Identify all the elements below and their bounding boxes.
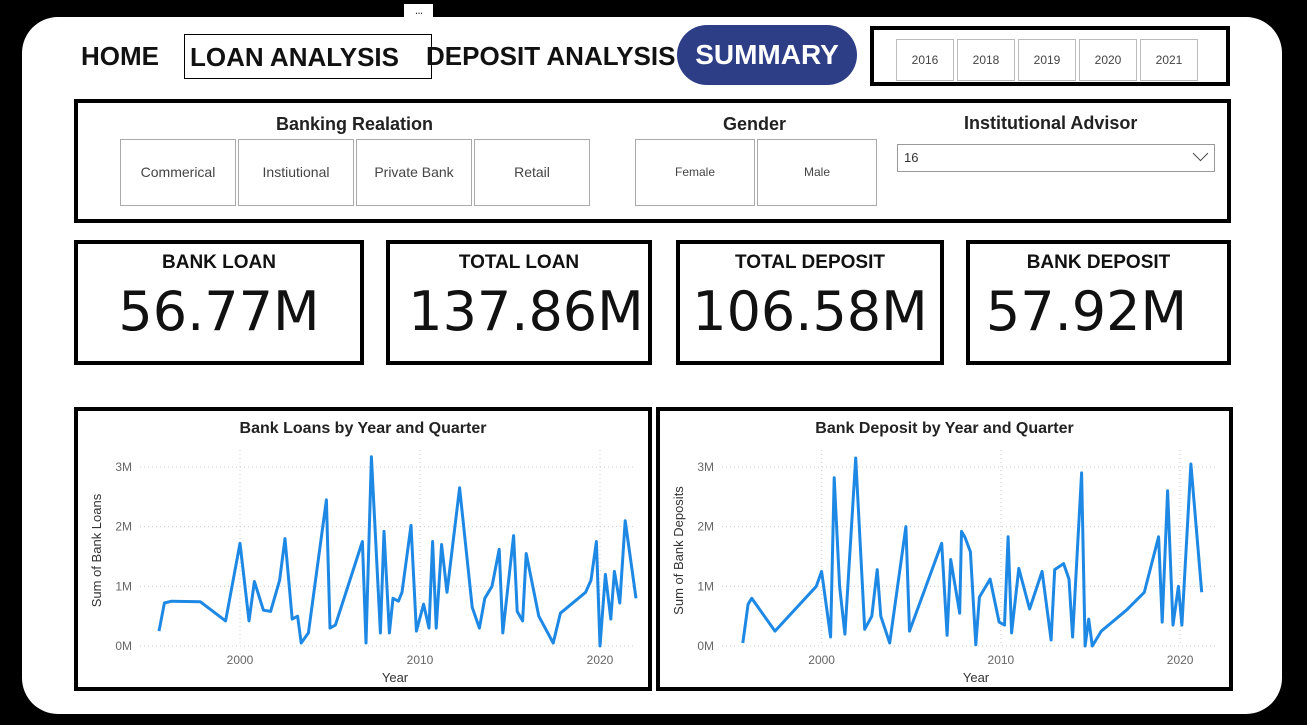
x-tick-label: 2000	[227, 653, 254, 667]
x-axis-label: Year	[382, 670, 409, 685]
x-axis-label: Year	[963, 670, 990, 685]
nav-home-button[interactable]: HOME	[81, 41, 159, 72]
y-tick-label: 2M	[115, 520, 132, 534]
bank-deposit-chart: Bank Deposit by Year and Quarter 0M 1M 2M 3M…	[656, 407, 1233, 691]
x-tick-label: 2010	[407, 653, 434, 667]
y-tick-label: 2M	[697, 520, 714, 534]
institutional-advisor-dropdown[interactable]: 16	[897, 144, 1215, 172]
y-tick-label: 3M	[697, 460, 714, 474]
y-axis-label: Sum of Bank Loans	[89, 493, 104, 607]
y-tick-label: 0M	[697, 639, 714, 653]
x-tick-label: 2000	[808, 653, 835, 667]
kpi-card-bank-deposit: BANK DEPOSIT 57.92M	[966, 240, 1231, 365]
chart-title: Bank Loans by Year and Quarter	[240, 420, 487, 437]
nav-summary-button[interactable]: SUMMARY	[677, 25, 857, 85]
chevron-down-icon	[1192, 145, 1209, 162]
series-line	[157, 455, 638, 648]
banking-relation-option[interactable]: Commerical	[120, 139, 236, 206]
gender-option[interactable]: Male	[757, 139, 877, 206]
year-button[interactable]: 2020	[1079, 39, 1137, 81]
nav-deposit-analysis-button[interactable]: DEPOSIT ANALYSIS	[426, 41, 675, 72]
y-tick-label: 3M	[115, 460, 132, 474]
kpi-label: TOTAL DEPOSIT	[735, 252, 885, 273]
institutional-advisor-title: Institutional Advisor	[964, 113, 1138, 133]
series-line	[741, 456, 1204, 648]
y-tick-label: 1M	[697, 579, 714, 593]
chart-title: Bank Deposit by Year and Quarter	[815, 420, 1073, 437]
year-slicer: 2016 2018 2019 2020 2021	[870, 26, 1230, 86]
year-button[interactable]: 2016	[896, 39, 954, 81]
kpi-label: BANK DEPOSIT	[1026, 252, 1171, 273]
kpi-value: 57.92M	[985, 280, 1188, 343]
nav-loan-analysis-button[interactable]: LOAN ANALYSIS	[184, 34, 432, 79]
y-tick-label: 1M	[115, 579, 132, 593]
x-tick-label: 2020	[1167, 653, 1194, 667]
kpi-card-total-deposit: TOTAL DEPOSIT 106.58M	[676, 240, 944, 365]
x-tick-label: 2010	[988, 653, 1015, 667]
kpi-value: 106.58M	[692, 280, 928, 343]
kpi-card-total-loan: TOTAL LOAN 137.86M	[386, 240, 652, 365]
kpi-value: 56.77M	[118, 280, 320, 343]
banking-relation-option[interactable]: Instiutional	[238, 139, 354, 206]
filter-panel: Banking Realation Commerical Instiutiona…	[74, 99, 1231, 223]
gender-title: Gender	[723, 114, 787, 134]
kpi-card-bank-loan: BANK LOAN 56.77M	[74, 240, 364, 365]
gender-option[interactable]: Female	[635, 139, 755, 206]
year-button[interactable]: 2018	[957, 39, 1015, 81]
kpi-label: TOTAL LOAN	[458, 252, 580, 273]
banking-relation-option[interactable]: Retail	[474, 139, 590, 206]
kpi-value: 137.86M	[408, 280, 644, 343]
year-button[interactable]: 2021	[1140, 39, 1198, 81]
bank-loans-chart: Bank Loans by Year and Quarter 0M 1M 2M 3M 20…	[74, 407, 652, 691]
banking-relation-option[interactable]: Private Bank	[356, 139, 472, 206]
year-button[interactable]: 2019	[1018, 39, 1076, 81]
chart-svg: Bank Deposit by Year and Quarter 0M 1M 2M 3M…	[671, 420, 1216, 685]
banking-relation-title: Banking Realation	[276, 114, 434, 134]
chart-svg: Bank Loans by Year and Quarter 0M 1M 2M 3M 20…	[89, 420, 638, 685]
dropdown-value: 16	[904, 150, 919, 165]
x-tick-label: 2020	[587, 653, 614, 667]
y-tick-label: 0M	[115, 639, 132, 653]
kpi-label: BANK LOAN	[162, 252, 276, 273]
y-axis-label: Sum of Bank Deposits	[671, 486, 686, 615]
